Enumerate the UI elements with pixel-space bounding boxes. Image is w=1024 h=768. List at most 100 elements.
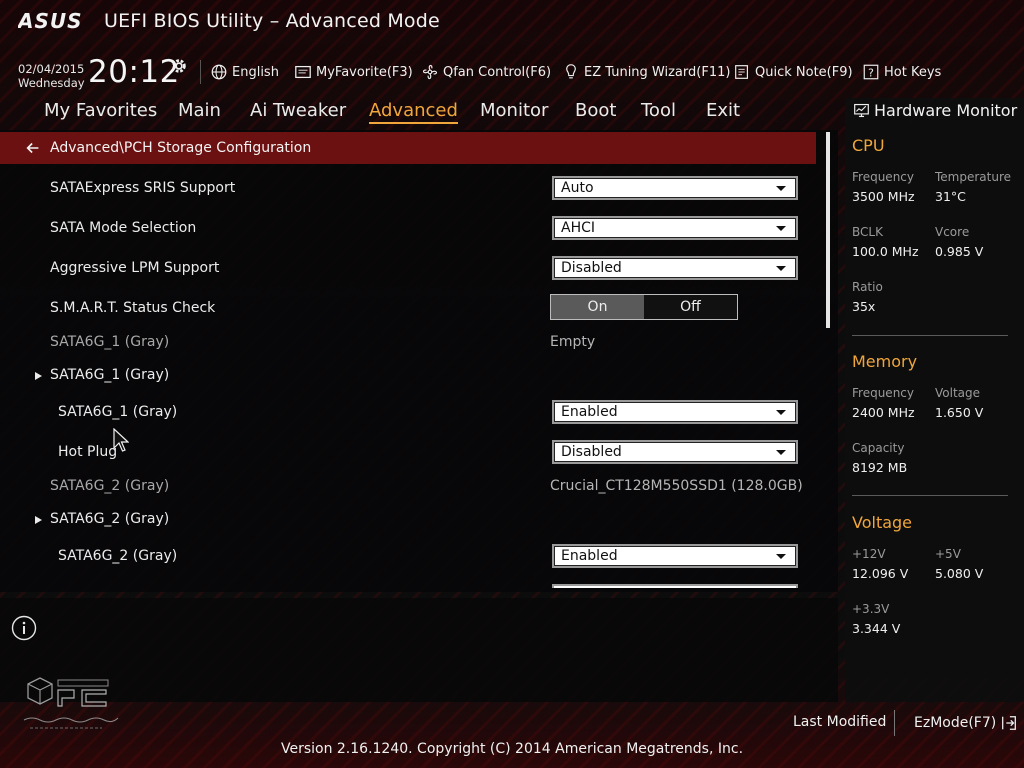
cpu-frequency-label: Frequency bbox=[852, 170, 914, 184]
sata6g2-enable-dropdown[interactable]: Enabled bbox=[552, 544, 798, 568]
ezmode-button[interactable]: EzMode(F7) bbox=[914, 714, 1018, 732]
breadcrumb[interactable]: Advanced\PCH Storage Configuration bbox=[0, 132, 816, 164]
date-text: 02/04/2015 bbox=[18, 62, 85, 76]
v12-label: +12V bbox=[852, 547, 886, 561]
submenu-label: SATA6G_2 (Gray) bbox=[50, 511, 170, 527]
chevron-down-icon bbox=[776, 226, 786, 231]
toggle-off-option[interactable]: Off bbox=[644, 295, 737, 319]
language-button[interactable]: English bbox=[210, 62, 279, 82]
memory-frequency-value: 2400 MHz bbox=[852, 405, 915, 420]
cpu-bclk-label: BCLK bbox=[852, 225, 883, 239]
gear-icon[interactable] bbox=[170, 57, 188, 75]
svg-text:?: ? bbox=[868, 67, 874, 80]
submenu-sata6g1[interactable]: SATA6G_1 (Gray) bbox=[0, 361, 816, 391]
v5-label: +5V bbox=[935, 547, 961, 561]
v33-label: +3.3V bbox=[852, 602, 890, 616]
last-modified-button[interactable]: Last Modified bbox=[793, 714, 886, 730]
back-arrow-icon[interactable] bbox=[24, 139, 42, 157]
setting-label: SATA6G_2 (Gray) bbox=[50, 478, 170, 494]
tab-monitor[interactable]: Monitor bbox=[480, 100, 548, 121]
qfan-button[interactable]: Qfan Control(F6) bbox=[421, 62, 551, 82]
cut-off-dropdown[interactable] bbox=[552, 584, 798, 588]
settings-scrollbar[interactable] bbox=[826, 132, 830, 328]
hot-keys-button[interactable]: ? Hot Keys bbox=[862, 62, 941, 82]
myfavorite-button[interactable]: MyFavorite(F3) bbox=[294, 62, 413, 82]
tab-tool[interactable]: Tool bbox=[641, 100, 676, 121]
memory-frequency-label: Frequency bbox=[852, 386, 914, 400]
date-display: 02/04/2015 Wednesday bbox=[18, 62, 85, 90]
cpu-heading: CPU bbox=[852, 136, 885, 155]
sataexpress-sris-dropdown[interactable]: Auto bbox=[552, 176, 798, 200]
hot-keys-label: Hot Keys bbox=[884, 64, 942, 80]
bulb-icon bbox=[566, 64, 576, 79]
toggle-on-option[interactable]: On bbox=[551, 295, 644, 319]
hardware-monitor-panel: Hardware Monitor CPU Frequency Temperatu… bbox=[845, 98, 1024, 702]
cpu-vcore-label: Vcore bbox=[935, 225, 970, 239]
setting-label: SATA6G_1 (Gray) bbox=[58, 404, 178, 420]
dropdown-value: AHCI bbox=[561, 220, 596, 236]
memory-voltage-label: Voltage bbox=[935, 386, 981, 400]
cpu-ratio-value: 35x bbox=[852, 299, 876, 314]
quick-note-label: Quick Note(F9) bbox=[755, 64, 853, 80]
last-modified-label: Last Modified bbox=[793, 714, 887, 730]
chevron-down-icon bbox=[776, 554, 786, 559]
aggressive-lpm-dropdown[interactable]: Disabled bbox=[552, 256, 798, 280]
app-title: UEFI BIOS Utility – Advanced Mode bbox=[104, 10, 440, 32]
port-status-value: Crucial_CT128M550SSD1 (128.0GB) bbox=[550, 478, 803, 494]
myfavorite-label: MyFavorite(F3) bbox=[316, 64, 413, 80]
submenu-arrow-icon bbox=[35, 516, 42, 524]
setting-row-sata6g2-info: SATA6G_2 (Gray) Crucial_CT128M550SSD1 (1… bbox=[0, 472, 816, 502]
copyright-text: Version 2.16.1240. Copyright (C) 2014 Am… bbox=[280, 741, 744, 757]
asus-logo: ASUS bbox=[18, 10, 82, 32]
setting-row-sata6g1-info: SATA6G_1 (Gray) Empty bbox=[0, 328, 816, 358]
ezmode-label: EzMode(F7) bbox=[914, 715, 997, 731]
globe-icon bbox=[211, 64, 227, 80]
mouse-cursor-icon bbox=[113, 428, 129, 452]
language-label: English bbox=[232, 64, 279, 80]
tab-exit[interactable]: Exit bbox=[706, 100, 740, 121]
submenu-label: SATA6G_1 (Gray) bbox=[50, 367, 170, 383]
qfan-label: Qfan Control(F6) bbox=[443, 64, 552, 80]
monitor-icon bbox=[854, 103, 869, 118]
setting-label: S.M.A.R.T. Status Check bbox=[50, 300, 216, 316]
ez-tuning-button[interactable]: EZ Tuning Wizard(F11) bbox=[562, 62, 730, 82]
fan-icon bbox=[422, 64, 438, 80]
breadcrumb-path: Advanced\PCH Storage Configuration bbox=[50, 140, 312, 156]
tab-advanced[interactable]: Advanced bbox=[369, 100, 458, 124]
setting-label: SATA Mode Selection bbox=[50, 220, 197, 236]
tab-my-favorites[interactable]: My Favorites bbox=[44, 100, 157, 121]
quick-note-button[interactable]: Quick Note(F9) bbox=[733, 62, 853, 82]
setting-label: SATA6G_1 (Gray) bbox=[50, 334, 170, 350]
chevron-down-icon bbox=[776, 410, 786, 415]
sata-mode-dropdown[interactable]: AHCI bbox=[552, 216, 798, 240]
hot-plug-dropdown[interactable]: Disabled bbox=[552, 440, 798, 464]
cpu-bclk-value: 100.0 MHz bbox=[852, 244, 919, 259]
tab-ai-tweaker[interactable]: Ai Tweaker bbox=[250, 100, 346, 121]
tab-boot[interactable]: Boot bbox=[575, 100, 616, 121]
memory-heading: Memory bbox=[852, 352, 918, 371]
setting-label: SATA6G_2 (Gray) bbox=[58, 548, 178, 564]
memory-voltage-value: 1.650 V bbox=[935, 405, 984, 420]
weekday-text: Wednesday bbox=[18, 76, 85, 90]
v33-value: 3.344 V bbox=[852, 621, 901, 636]
main-tabs: My Favorites Main Ai Tweaker Advanced Mo… bbox=[0, 98, 838, 126]
setting-row-sataexpress-sris: SATAExpress SRIS Support Auto bbox=[0, 174, 816, 204]
port-status-value: Empty bbox=[550, 334, 596, 350]
submenu-arrow-icon bbox=[35, 372, 42, 380]
footer-divider bbox=[894, 710, 895, 736]
section-divider bbox=[852, 495, 1008, 496]
submenu-sata6g2[interactable]: SATA6G_2 (Gray) bbox=[0, 505, 816, 535]
header: ASUS UEFI BIOS Utility – Advanced Mode 0… bbox=[0, 0, 1024, 98]
setting-row-sata6g2-enable: SATA6G_2 (Gray) Enabled bbox=[0, 542, 816, 572]
question-icon: ? bbox=[863, 64, 879, 80]
sata6g1-enable-dropdown[interactable]: Enabled bbox=[552, 400, 798, 424]
dropdown-value: Disabled bbox=[561, 260, 622, 276]
hardware-monitor-label: Hardware Monitor bbox=[874, 101, 1018, 120]
tab-main[interactable]: Main bbox=[178, 100, 221, 121]
exit-arrow-icon bbox=[1002, 716, 1017, 730]
setting-row-sata6g1-enable: SATA6G_1 (Gray) Enabled bbox=[0, 398, 816, 428]
v5-value: 5.080 V bbox=[935, 566, 984, 581]
setting-label: SATAExpress SRIS Support bbox=[50, 180, 236, 196]
cpu-ratio-label: Ratio bbox=[852, 280, 883, 294]
smart-status-toggle[interactable]: On Off bbox=[550, 294, 738, 320]
